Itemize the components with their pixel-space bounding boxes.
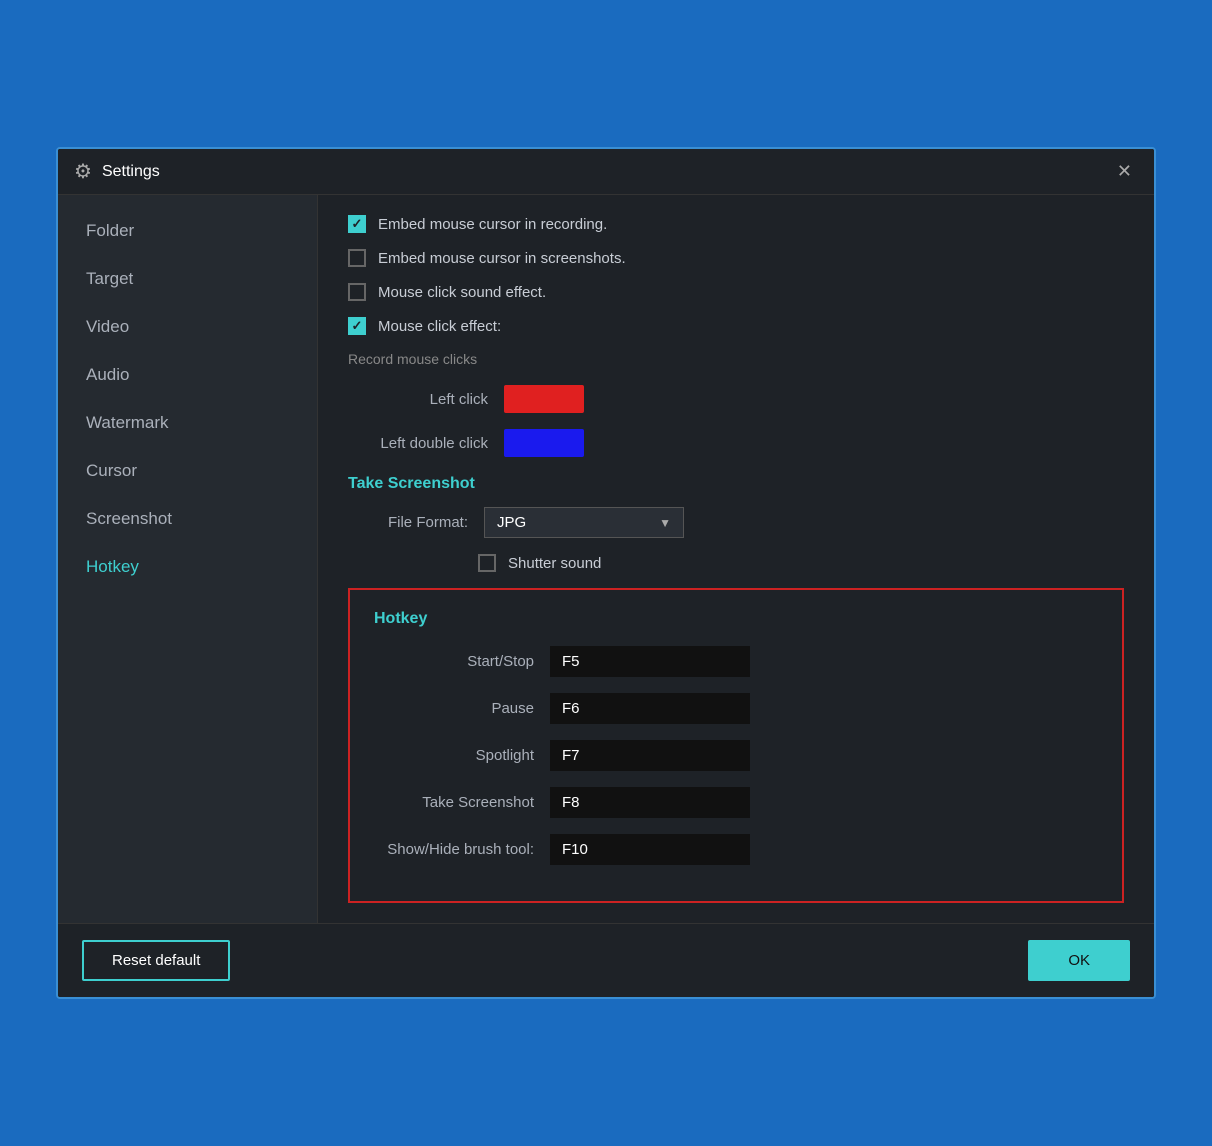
- sidebar-item-watermark[interactable]: Watermark: [58, 399, 317, 447]
- take-screenshot-hotkey-label: Take Screenshot: [374, 794, 534, 811]
- shutter-sound-checkbox[interactable]: [478, 554, 496, 572]
- spotlight-label: Spotlight: [374, 747, 534, 764]
- embed-cursor-screenshots-checkbox[interactable]: [348, 249, 366, 267]
- file-format-dropdown[interactable]: JPG ▼: [484, 507, 684, 538]
- hotkey-pause: Pause: [374, 693, 1098, 724]
- left-double-click-color-picker[interactable]: [504, 429, 584, 457]
- checkbox-row-4: ✓ Mouse click effect:: [348, 317, 1124, 335]
- ok-button[interactable]: OK: [1028, 940, 1130, 981]
- mouse-click-effect-label: Mouse click effect:: [378, 318, 501, 335]
- sidebar-item-cursor[interactable]: Cursor: [58, 447, 317, 495]
- mouse-click-sound-label: Mouse click sound effect.: [378, 284, 546, 301]
- pause-input[interactable]: [550, 693, 750, 724]
- checkbox-row-2: Embed mouse cursor in screenshots.: [348, 249, 1124, 267]
- title-bar: ⚙ Settings ✕: [58, 149, 1154, 195]
- checkbox-row-1: ✓ Embed mouse cursor in recording.: [348, 215, 1124, 233]
- hotkey-spotlight: Spotlight: [374, 740, 1098, 771]
- left-click-row: Left click: [348, 385, 1124, 413]
- brush-tool-label: Show/Hide brush tool:: [374, 841, 534, 858]
- sidebar: Folder Target Video Audio Watermark Curs…: [58, 195, 318, 923]
- hotkey-brush-tool: Show/Hide brush tool:: [374, 834, 1098, 865]
- embed-cursor-recording-checkbox[interactable]: ✓: [348, 215, 366, 233]
- reset-default-button[interactable]: Reset default: [82, 940, 230, 981]
- main-panel: ✓ Embed mouse cursor in recording. Embed…: [318, 195, 1154, 923]
- content-area: Folder Target Video Audio Watermark Curs…: [58, 195, 1154, 923]
- left-click-label: Left click: [348, 391, 488, 408]
- settings-window: ⚙ Settings ✕ Folder Target Video Audio W…: [56, 147, 1156, 999]
- sidebar-item-hotkey[interactable]: Hotkey: [58, 543, 317, 591]
- close-button[interactable]: ✕: [1111, 159, 1138, 184]
- hotkey-start-stop: Start/Stop: [374, 646, 1098, 677]
- hotkey-take-screenshot: Take Screenshot: [374, 787, 1098, 818]
- file-format-value: JPG: [497, 514, 526, 531]
- mouse-click-effect-checkbox[interactable]: ✓: [348, 317, 366, 335]
- embed-cursor-screenshots-label: Embed mouse cursor in screenshots.: [378, 250, 626, 267]
- left-double-click-row: Left double click: [348, 429, 1124, 457]
- window-title: Settings: [102, 163, 160, 181]
- take-screenshot-input[interactable]: [550, 787, 750, 818]
- embed-cursor-recording-label: Embed mouse cursor in recording.: [378, 216, 607, 233]
- sidebar-item-folder[interactable]: Folder: [58, 207, 317, 255]
- pause-label: Pause: [374, 700, 534, 717]
- take-screenshot-title: Take Screenshot: [348, 475, 1124, 493]
- sidebar-item-screenshot[interactable]: Screenshot: [58, 495, 317, 543]
- chevron-down-icon: ▼: [659, 516, 671, 530]
- left-double-click-label: Left double click: [348, 435, 488, 452]
- hotkey-title: Hotkey: [374, 610, 1098, 628]
- start-stop-label: Start/Stop: [374, 653, 534, 670]
- start-stop-input[interactable]: [550, 646, 750, 677]
- gear-icon: ⚙: [74, 159, 92, 184]
- left-click-color-picker[interactable]: [504, 385, 584, 413]
- hotkey-section: Hotkey Start/Stop Pause Spotlight: [348, 588, 1124, 903]
- brush-tool-input[interactable]: [550, 834, 750, 865]
- file-format-row: File Format: JPG ▼: [348, 507, 1124, 538]
- scroll-area[interactable]: ✓ Embed mouse cursor in recording. Embed…: [318, 195, 1154, 923]
- record-mouse-clicks-label: Record mouse clicks: [348, 351, 1124, 367]
- checkbox-row-3: Mouse click sound effect.: [348, 283, 1124, 301]
- file-format-label: File Format:: [348, 514, 468, 531]
- sidebar-item-video[interactable]: Video: [58, 303, 317, 351]
- sidebar-item-target[interactable]: Target: [58, 255, 317, 303]
- spotlight-input[interactable]: [550, 740, 750, 771]
- shutter-sound-row: Shutter sound: [478, 554, 1124, 572]
- shutter-sound-label: Shutter sound: [508, 555, 601, 572]
- sidebar-item-audio[interactable]: Audio: [58, 351, 317, 399]
- mouse-click-sound-checkbox[interactable]: [348, 283, 366, 301]
- footer: Reset default OK: [58, 923, 1154, 997]
